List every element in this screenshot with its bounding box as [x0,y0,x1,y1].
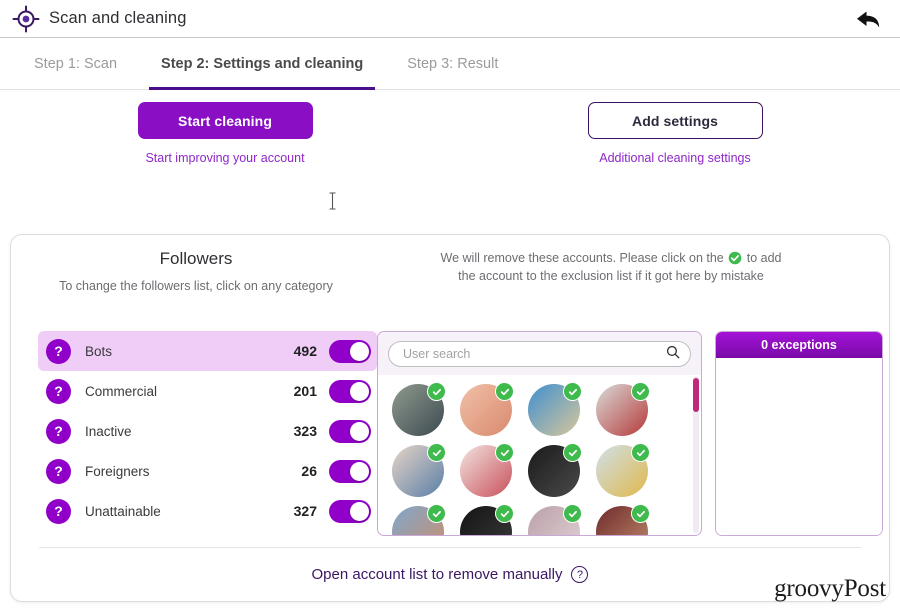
avatar[interactable] [460,504,514,535]
green-check-icon[interactable] [427,504,446,523]
green-check-icon[interactable] [563,443,582,462]
target-crosshair-icon [12,5,40,33]
tab-step-2-label: Step 2: Settings and cleaning [161,55,364,72]
tab-step-3-label: Step 3: Result [407,55,499,72]
accounts-note-line-2: the account to the exclusion list if it … [458,269,764,284]
avatar[interactable] [392,443,446,497]
open-account-list-link[interactable]: Open account list to remove manually ? [312,566,589,583]
green-check-icon[interactable] [631,443,650,462]
add-settings-sublink[interactable]: Additional cleaning settings [599,151,751,165]
start-cleaning-label: Start cleaning [178,112,272,129]
add-settings-group: Add settings Additional cleaning setting… [450,102,900,182]
green-check-icon[interactable] [563,504,582,523]
text-cursor-icon [328,192,337,210]
green-check-icon[interactable] [495,443,514,462]
avatar[interactable] [596,382,650,436]
tab-step-1-label: Step 1: Scan [34,55,118,72]
tab-step-3[interactable]: Step 3: Result [385,38,520,89]
avatar-grid [378,376,701,535]
avatar[interactable] [392,382,446,436]
green-check-icon[interactable] [427,382,446,401]
card-headers: Followers To change the followers list, … [11,235,889,295]
back-arrow-icon[interactable] [852,6,886,32]
step-tabs: Step 1: Scan Step 2: Settings and cleani… [0,38,900,90]
category-count-inactive: 323 [293,423,317,439]
category-count-bots: 492 [293,343,317,359]
start-cleaning-sublink[interactable]: Start improving your account [145,151,304,165]
exceptions-header: 0 exceptions [716,332,882,358]
category-toggle-commercial[interactable] [329,379,371,403]
start-cleaning-group: Start cleaning Start improving your acco… [0,102,450,182]
action-bar: Start cleaning Start improving your acco… [0,90,900,182]
question-circle-icon[interactable]: ? [571,566,589,583]
accounts-note-text-a: We will remove these accounts. Please cl… [440,251,724,265]
avatar[interactable] [460,443,514,497]
tab-step-1[interactable]: Step 1: Scan [12,38,139,89]
search-area [378,332,701,375]
accounts-note-line-1: We will remove these accounts. Please cl… [381,249,841,267]
category-label-foreigners: Foreigners [85,463,150,479]
green-check-icon[interactable] [427,443,446,462]
category-row-inactive[interactable]: ? Inactive 323 [38,411,377,451]
panels-row: ? Bots 492 ? Commercial 201 ? Inactive 3… [11,331,889,536]
card-footer: Open account list to remove manually ? [11,548,889,601]
avatar[interactable] [596,504,650,535]
avatar[interactable] [392,504,446,535]
title-bar: Scan and cleaning [0,0,900,38]
category-toggle-bots[interactable] [329,339,371,363]
search-box[interactable] [388,341,691,367]
add-settings-button[interactable]: Add settings [587,102,763,139]
cleaning-card: Followers To change the followers list, … [10,234,890,602]
avatar[interactable] [528,504,582,535]
category-count-foreigners: 26 [301,463,317,479]
green-check-icon[interactable] [495,504,514,523]
category-row-foreigners[interactable]: ? Foreigners 26 [38,451,377,491]
window-title: Scan and cleaning [49,9,187,27]
category-label-unattainable: Unattainable [85,503,161,519]
category-row-commercial[interactable]: ? Commercial 201 [38,371,377,411]
exceptions-panel: 0 exceptions [715,331,883,536]
accounts-panel [377,331,702,536]
question-icon[interactable]: ? [46,338,71,364]
add-settings-label: Add settings [632,112,718,129]
green-check-icon[interactable] [495,382,514,401]
category-row-unattainable[interactable]: ? Unattainable 327 [38,491,377,531]
followers-subtitle: To change the followers list, click on a… [59,279,333,293]
category-list: ? Bots 492 ? Commercial 201 ? Inactive 3… [25,331,377,536]
start-cleaning-button[interactable]: Start cleaning [137,102,313,139]
open-account-list-label: Open account list to remove manually [311,566,563,583]
followers-header: Followers To change the followers list, … [11,249,381,295]
question-icon[interactable]: ? [46,498,71,524]
accounts-note: We will remove these accounts. Please cl… [381,249,889,295]
category-label-commercial: Commercial [85,383,158,399]
avatar[interactable] [596,443,650,497]
green-check-icon [728,251,742,265]
category-row-bots[interactable]: ? Bots 492 [38,331,377,371]
category-label-inactive: Inactive [85,423,132,439]
accounts-note-text-b: to add [746,251,782,265]
category-toggle-inactive[interactable] [329,419,371,443]
exceptions-body[interactable] [716,358,882,535]
category-label-bots: Bots [85,343,113,359]
question-icon[interactable]: ? [46,378,71,404]
avatar[interactable] [460,382,514,436]
category-count-unattainable: 327 [293,503,317,519]
search-icon[interactable] [666,345,680,364]
avatar[interactable] [528,443,582,497]
green-check-icon[interactable] [631,382,650,401]
question-icon[interactable]: ? [46,458,71,484]
avatar[interactable] [528,382,582,436]
question-icon[interactable]: ? [46,418,71,444]
tab-step-2[interactable]: Step 2: Settings and cleaning [139,38,385,90]
category-toggle-foreigners[interactable] [329,459,371,483]
groovypost-watermark: groovyPost [774,575,886,602]
category-toggle-unattainable[interactable] [329,499,371,523]
accounts-scrollbar-thumb[interactable] [693,378,699,412]
followers-title: Followers [159,249,233,268]
category-count-commercial: 201 [293,383,317,399]
green-check-icon[interactable] [563,382,582,401]
search-input[interactable] [401,346,666,362]
green-check-icon[interactable] [631,504,650,523]
